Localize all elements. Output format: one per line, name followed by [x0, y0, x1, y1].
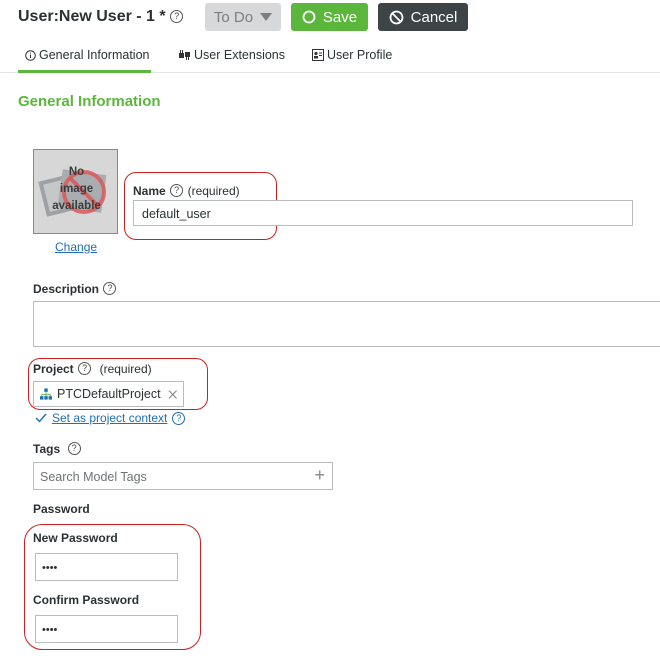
confirm-password-label: Confirm Password: [33, 593, 140, 607]
section-title: General Information: [18, 93, 161, 110]
password-section-label: Password: [33, 502, 90, 516]
required-text: (required): [99, 362, 152, 376]
help-icon[interactable]: ?: [170, 184, 184, 198]
user-image: No image available: [33, 149, 118, 234]
project-label-row: Project ? (required): [33, 360, 152, 378]
cancel-label: Cancel: [410, 8, 458, 26]
page-title: User:New User - 1 * ?: [18, 8, 184, 26]
save-label: Save: [322, 8, 358, 26]
profile-card-icon: [312, 49, 324, 61]
checkmark-icon: [35, 413, 47, 423]
cancel-icon: [389, 10, 404, 24]
project-hierarchy-icon: [40, 388, 53, 400]
page-title-text: User:New User - 1 *: [18, 8, 166, 25]
description-label-row: Description ?: [33, 280, 117, 298]
set-project-context-row: Set as project context ?: [35, 411, 186, 425]
project-chip[interactable]: PTCDefaultProject: [33, 381, 184, 407]
new-password-input[interactable]: ••••: [35, 553, 178, 581]
tags-placeholder: Search Model Tags: [40, 470, 147, 484]
cancel-button[interactable]: Cancel: [378, 3, 468, 31]
help-icon[interactable]: ?: [78, 362, 92, 376]
help-icon[interactable]: ?: [170, 10, 184, 24]
help-icon[interactable]: ?: [172, 411, 186, 425]
tags-label: Tags: [33, 442, 61, 456]
chevron-down-icon: [260, 13, 273, 21]
tab-label: User Extensions: [194, 48, 286, 62]
set-project-context-link[interactable]: Set as project context: [52, 411, 167, 425]
state-dropdown-button[interactable]: To Do: [205, 3, 281, 31]
project-label: Project: [33, 362, 74, 376]
name-label-row: Name ? (required): [133, 182, 240, 200]
save-button[interactable]: Save: [291, 3, 368, 31]
tags-search-input[interactable]: Search Model Tags +: [33, 462, 333, 490]
close-icon[interactable]: [168, 389, 177, 400]
confirm-password-value: ••••: [42, 624, 58, 636]
name-input[interactable]: default_user: [133, 200, 633, 226]
description-label: Description: [33, 282, 100, 296]
tags-label-row: Tags ?: [33, 440, 81, 458]
project-value: PTCDefaultProject: [57, 387, 161, 401]
new-password-value: ••••: [42, 562, 58, 574]
state-label: To Do: [213, 8, 254, 26]
add-icon[interactable]: +: [314, 465, 325, 486]
tab-general-information[interactable]: General Information: [25, 48, 149, 62]
required-text: (required): [187, 184, 240, 198]
circle-icon: [302, 10, 316, 24]
change-image-link[interactable]: Change: [55, 240, 97, 254]
help-icon[interactable]: ?: [103, 282, 117, 296]
help-icon[interactable]: ?: [67, 442, 81, 456]
confirm-password-input[interactable]: ••••: [35, 615, 178, 643]
tab-label: General Information: [39, 48, 150, 62]
tab-user-profile[interactable]: User Profile: [312, 48, 392, 62]
active-tab-indicator: [18, 70, 151, 73]
name-label: Name: [133, 184, 166, 198]
description-input[interactable]: [33, 301, 660, 347]
plug-icon: [179, 50, 190, 60]
tab-user-extensions[interactable]: User Extensions: [178, 48, 285, 62]
name-value: default_user: [142, 207, 211, 221]
no-image-text: No image available: [52, 166, 101, 212]
new-password-label: New Password: [33, 531, 118, 545]
info-icon: [25, 49, 36, 61]
tab-label: User Profile: [327, 48, 393, 62]
